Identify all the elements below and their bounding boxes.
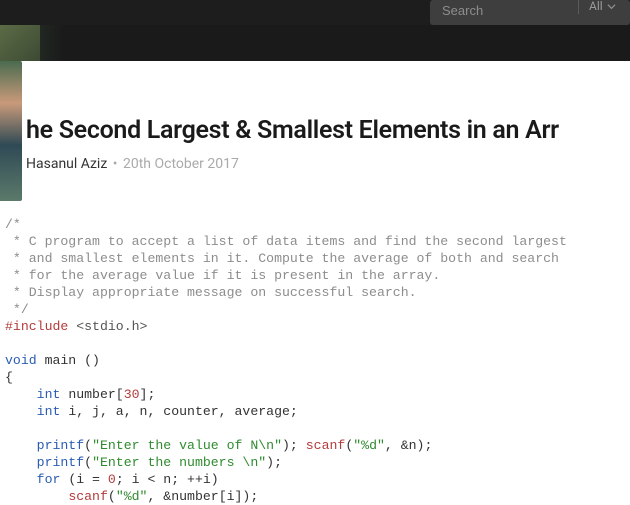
code-comment: * Display appropriate message on success… [5,285,417,300]
search-filter-dropdown[interactable]: All [589,0,616,12]
code-number: 0 [108,472,116,487]
code-comment: */ [5,302,29,317]
code-string: "%d" [353,438,385,453]
banner [0,25,630,61]
avatar[interactable] [0,61,22,201]
byline-dot: • [113,156,118,172]
code-include-file: <stdio.h> [68,319,147,334]
code-string: "Enter the numbers \n" [92,455,266,470]
code-indent [5,438,37,453]
code-comment: * C program to accept a list of data ite… [5,234,567,249]
code-text: , &number[i]); [147,489,258,504]
code-text: { [5,370,13,385]
code-text: ( [84,438,92,453]
code-number: 30 [124,387,140,402]
code-text: , &n); [385,438,432,453]
code-func: scanf [306,438,346,453]
code-text: ]; [140,387,156,402]
search-box[interactable]: All [430,0,630,25]
author-link[interactable]: Hasanul Aziz [26,156,107,172]
code-comment: * and smallest elements in it. Compute t… [5,251,559,266]
code-keyword: void [5,353,37,368]
search-input[interactable] [442,0,572,20]
code-text: ; i < n; ++i) [116,472,219,487]
code-block: /* * C program to accept a list of data … [5,216,630,505]
code-keyword: int [37,387,61,402]
banner-thumbnail [0,25,40,61]
code-indent [5,404,37,419]
code-text: number[ [60,387,123,402]
code-preproc: #include [5,319,68,334]
code-comment: * for the average value if it is present… [5,268,440,283]
page-title: he Second Largest & Smallest Elements in… [24,61,630,145]
code-text: ); [282,438,306,453]
post-date: 20th October 2017 [123,156,239,172]
byline: Hasanul Aziz • 20th October 2017 [24,156,630,172]
search-filter-label: All [589,0,603,12]
code-comment: /* [5,217,21,232]
code-text: ( [84,455,92,470]
code-text: ( [108,489,116,504]
code-func: printf [37,455,84,470]
code-text: i, j, a, n, counter, average; [60,404,297,419]
code-indent [5,387,37,402]
code-indent [5,489,68,504]
content-area: he Second Largest & Smallest Elements in… [0,61,630,505]
code-string: "Enter the value of N\n" [92,438,282,453]
code-indent [5,455,37,470]
code-text: main () [37,353,100,368]
code-func: printf [37,438,84,453]
chevron-down-icon [607,2,616,11]
code-text: (i = [60,472,107,487]
code-keyword: for [37,472,61,487]
search-divider [578,0,579,14]
code-text: ); [266,455,282,470]
code-keyword: int [37,404,61,419]
code-string: "%d" [116,489,148,504]
code-indent [5,472,37,487]
code-func: scanf [68,489,108,504]
top-bar: All [0,0,630,25]
